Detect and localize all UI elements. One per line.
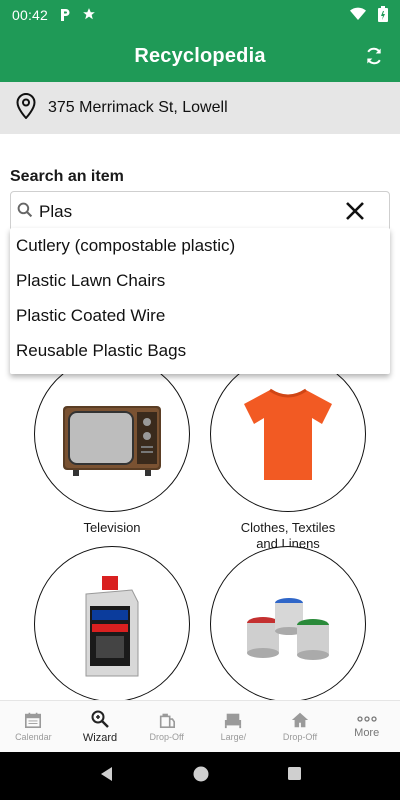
back-button[interactable] [99, 766, 115, 787]
recents-square-icon [287, 767, 301, 780]
category-clothes[interactable]: Clothes, Textiles and Linens [210, 360, 366, 552]
category-grid: Television Clothes, Textiles and Linens [0, 360, 400, 700]
suggestion-item[interactable]: Reusable Plastic Bags [10, 333, 390, 368]
location-pin-icon [16, 92, 36, 124]
home-drop-off-icon [291, 712, 309, 728]
clear-search-button[interactable] [345, 201, 367, 223]
battery-icon [378, 5, 388, 25]
television-image [34, 360, 190, 512]
nav-label: Drop-Off [282, 732, 318, 742]
category-label: Television [83, 520, 141, 535]
system-nav-bar [0, 752, 400, 800]
nav-drop-off[interactable]: Drop-Off [133, 701, 200, 752]
nav-label: Drop-Off [149, 732, 184, 742]
suggestion-item[interactable]: Plastic Coated Wire [10, 298, 390, 333]
wifi-icon [350, 7, 366, 24]
wizard-search-icon [91, 710, 109, 728]
motor-oil-image [34, 546, 190, 700]
status-bar: 00:42 [0, 0, 400, 30]
refresh-button[interactable] [360, 42, 388, 70]
suggestion-item[interactable]: Plastic Lawn Chairs [10, 263, 390, 298]
large-item-icon [225, 713, 242, 729]
star-notification-icon [82, 7, 96, 24]
nav-large-items[interactable]: Large/ [200, 701, 267, 752]
refresh-icon [367, 47, 381, 65]
status-time: 00:42 [12, 7, 49, 23]
search-box[interactable] [10, 191, 390, 233]
bottom-nav: Calendar Wizard Drop-Off Large/ Drop-Off… [0, 700, 400, 752]
drop-off-icon [159, 713, 175, 729]
category-motor-oil[interactable] [34, 546, 190, 700]
home-button[interactable] [192, 765, 210, 788]
nav-more[interactable]: More [333, 701, 400, 752]
recents-button[interactable] [287, 766, 302, 786]
more-icon [357, 716, 377, 722]
location-bar[interactable]: 375 Merrimack St, Lowell [0, 82, 400, 134]
category-label-line1: Clothes, Textiles [240, 520, 336, 535]
search-suggestions: Cutlery (compostable plastic) Plastic La… [10, 228, 390, 374]
nav-label: Calendar [15, 732, 52, 742]
calendar-icon [25, 712, 42, 729]
nav-label: Wizard [82, 732, 118, 744]
nav-calendar[interactable]: Calendar [0, 701, 67, 752]
paint-cans-image [210, 546, 366, 700]
home-circle-icon [193, 766, 208, 781]
category-television[interactable]: Television [34, 360, 190, 536]
location-address: 375 Merrimack St, Lowell [48, 99, 228, 116]
tshirt-image [210, 360, 366, 512]
nav-wizard[interactable]: Wizard [67, 701, 134, 752]
nav-label: Large/ [220, 732, 247, 742]
search-icon [17, 202, 33, 223]
search-input[interactable] [39, 202, 329, 222]
app-bar: Recyclopedia [0, 30, 400, 82]
close-icon [346, 202, 364, 220]
nav-home-drop-off[interactable]: Drop-Off [267, 701, 334, 752]
nav-label: More [354, 727, 380, 739]
suggestion-item[interactable]: Cutlery (compostable plastic) [10, 228, 390, 263]
search-label: Search an item [10, 168, 124, 185]
back-triangle-icon [100, 766, 112, 781]
category-paint[interactable] [210, 546, 366, 700]
app-title: Recyclopedia [134, 44, 266, 67]
parking-notification-icon [58, 8, 72, 22]
